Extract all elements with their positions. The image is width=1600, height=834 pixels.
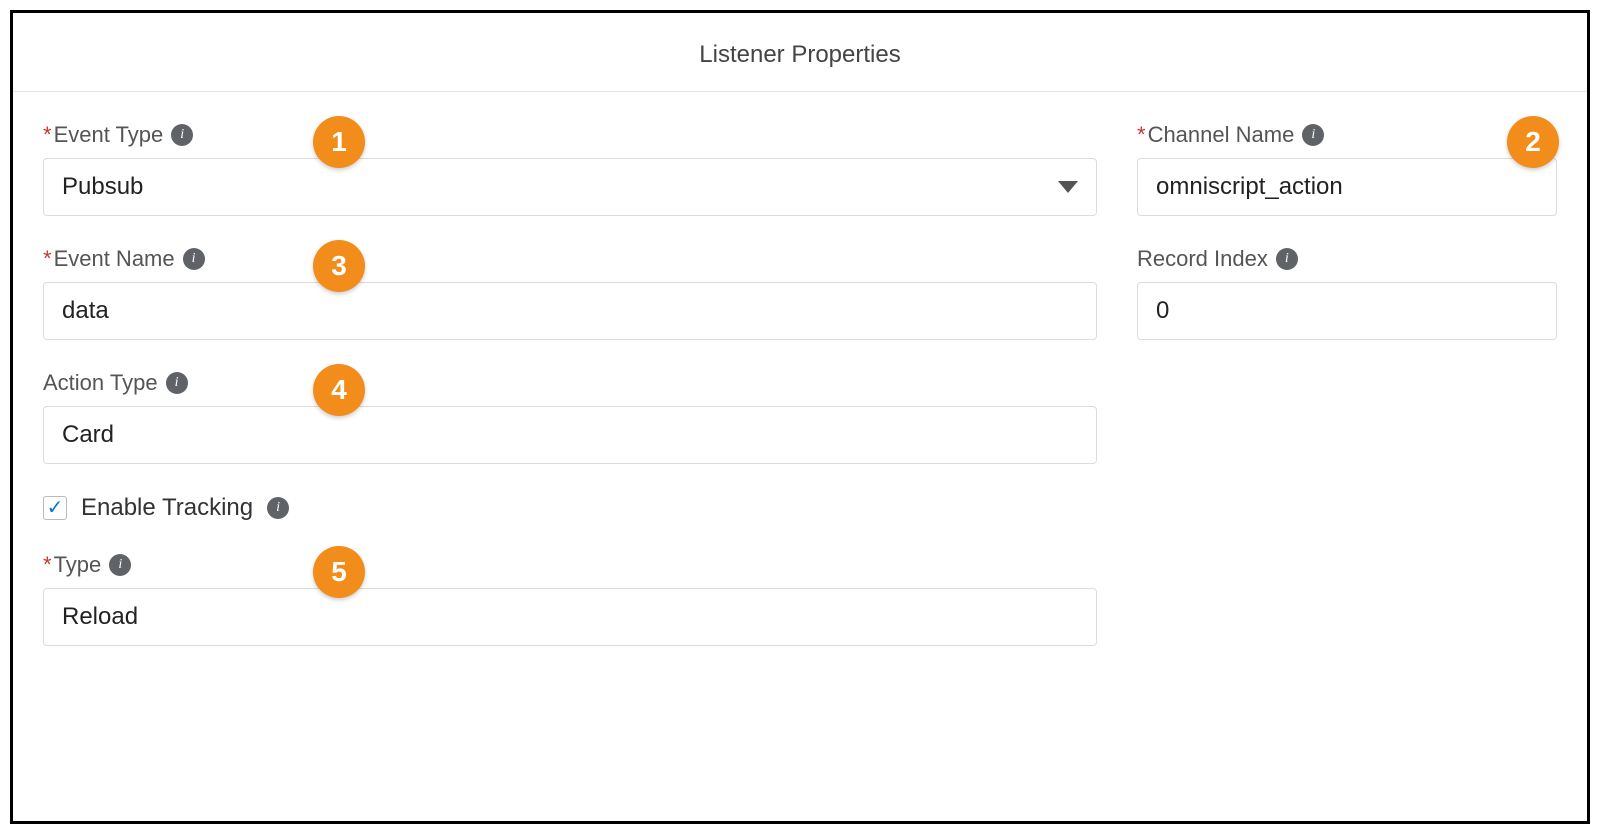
event-type-label-row: *Event Type i <box>43 122 1097 148</box>
type-input[interactable]: Reload <box>43 588 1097 646</box>
type-label-row: *Type i <box>43 552 1097 578</box>
properties-panel: Listener Properties *Event Type i Pubsub… <box>10 10 1590 824</box>
right-column: *Channel Name i omniscript_action 2 Reco… <box>1137 122 1557 676</box>
channel-name-label: Channel Name <box>1148 122 1295 147</box>
channel-name-input[interactable]: omniscript_action <box>1137 158 1557 216</box>
panel-title: Listener Properties <box>13 13 1587 92</box>
event-type-label: Event Type <box>54 122 164 147</box>
type-value: Reload <box>62 603 138 630</box>
required-marker: * <box>1137 122 1146 147</box>
required-marker: * <box>43 122 52 147</box>
left-column: *Event Type i Pubsub 1 *Event Name i dat… <box>43 122 1097 676</box>
record-index-label: Record Index <box>1137 246 1268 272</box>
action-type-field: Action Type i Card 4 <box>43 370 1097 464</box>
event-name-input[interactable]: data <box>43 282 1097 340</box>
event-name-value: data <box>62 297 109 324</box>
channel-name-label-row: *Channel Name i <box>1137 122 1557 148</box>
callout-badge-4: 4 <box>313 364 365 416</box>
callout-badge-1: 1 <box>313 116 365 168</box>
info-icon[interactable]: i <box>1302 124 1324 146</box>
action-type-label-row: Action Type i <box>43 370 1097 396</box>
callout-badge-5: 5 <box>313 546 365 598</box>
channel-name-field: *Channel Name i omniscript_action 2 <box>1137 122 1557 216</box>
chevron-down-icon <box>1058 181 1078 193</box>
info-icon[interactable]: i <box>183 248 205 270</box>
info-icon[interactable]: i <box>166 372 188 394</box>
info-icon[interactable]: i <box>1276 248 1298 270</box>
info-icon[interactable]: i <box>171 124 193 146</box>
callout-badge-2: 2 <box>1507 116 1559 168</box>
record-index-value: 0 <box>1156 297 1169 324</box>
enable-tracking-checkbox[interactable]: ✓ <box>43 496 67 520</box>
record-index-label-row: Record Index i <box>1137 246 1557 272</box>
action-type-value: Card <box>62 421 114 448</box>
enable-tracking-label: Enable Tracking <box>81 494 253 522</box>
action-type-input[interactable]: Card <box>43 406 1097 464</box>
record-index-field: Record Index i 0 <box>1137 246 1557 340</box>
type-label: Type <box>54 552 102 577</box>
info-icon[interactable]: i <box>109 554 131 576</box>
callout-badge-3: 3 <box>313 240 365 292</box>
event-name-label: Event Name <box>54 246 175 271</box>
type-field: *Type i Reload 5 <box>43 552 1097 646</box>
required-marker: * <box>43 246 52 271</box>
event-name-field: *Event Name i data 3 <box>43 246 1097 340</box>
record-index-input[interactable]: 0 <box>1137 282 1557 340</box>
action-type-label: Action Type <box>43 370 158 396</box>
event-name-label-row: *Event Name i <box>43 246 1097 272</box>
required-marker: * <box>43 552 52 577</box>
event-type-select[interactable]: Pubsub <box>43 158 1097 216</box>
event-type-value: Pubsub <box>62 173 143 201</box>
channel-name-value: omniscript_action <box>1156 173 1343 200</box>
event-type-field: *Event Type i Pubsub 1 <box>43 122 1097 216</box>
info-icon[interactable]: i <box>267 497 289 519</box>
form-body: *Event Type i Pubsub 1 *Event Name i dat… <box>13 92 1587 676</box>
enable-tracking-row: ✓ Enable Tracking i <box>43 494 1097 522</box>
